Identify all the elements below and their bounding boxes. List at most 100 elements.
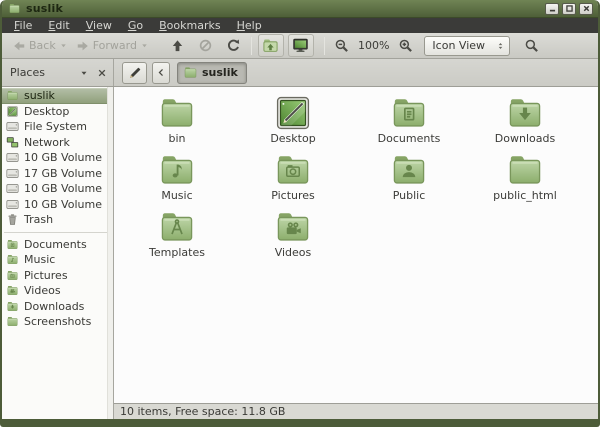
sidebar-item-label: 17 GB Volume (24, 167, 102, 180)
file-label: Pictures (271, 190, 315, 202)
sidebar-item[interactable]: Music (2, 252, 113, 268)
sidebar-item[interactable]: 10 GB Volume (2, 150, 113, 166)
sidebar-item-label: Documents (24, 238, 87, 251)
zoom-in-icon (398, 38, 413, 53)
menu-item[interactable]: Go (120, 18, 151, 33)
sidebar-item-label: Videos (24, 284, 61, 297)
back-dropdown-caret-icon[interactable] (59, 41, 68, 50)
menu-item[interactable]: File (6, 18, 40, 33)
file-icon-item[interactable]: Pictures (235, 150, 351, 207)
minimize-button[interactable] (545, 3, 559, 15)
menu-item[interactable]: Help (229, 18, 270, 33)
breadcrumb-current-folder[interactable]: suslik (177, 62, 247, 84)
breadcrumb-folder-icon (183, 65, 198, 80)
sidebar-places-list: suslik Desktop File System Netwo (2, 88, 113, 228)
breadcrumb-label: suslik (202, 66, 238, 79)
sidebar-item-icon (6, 315, 19, 328)
window-body: suslik Desktop File System Netwo (2, 87, 598, 419)
reload-button[interactable] (223, 35, 245, 57)
file-icon-item[interactable]: Public (351, 150, 467, 207)
main-column: bin Desktop Documents Downloads (114, 87, 598, 419)
titlebar[interactable]: suslik (2, 0, 598, 18)
forward-label: Forward (93, 39, 137, 52)
home-button[interactable] (258, 34, 284, 57)
file-icon (157, 207, 197, 247)
sidebar-item[interactable]: Desktop (2, 104, 113, 120)
file-icon-item[interactable]: Downloads (467, 93, 583, 150)
window-controls (545, 3, 593, 15)
sidebar-item[interactable]: Screenshots (2, 314, 113, 330)
file-icon-item[interactable]: Videos (235, 207, 351, 264)
up-button[interactable] (167, 35, 189, 57)
zoom-in-button[interactable] (394, 35, 416, 57)
file-icon-item[interactable]: Music (119, 150, 235, 207)
menu-item[interactable]: View (78, 18, 120, 33)
sidebar-item-label: 10 GB Volume (24, 151, 102, 164)
back-arrow-icon (12, 39, 26, 53)
statusbar-text: 10 items, Free space: 11.8 GB (120, 405, 285, 418)
path-scroll-left-button[interactable] (152, 62, 170, 84)
search-button[interactable] (520, 35, 542, 57)
file-icon-view[interactable]: bin Desktop Documents Downloads (114, 87, 598, 403)
sidebar-item[interactable]: suslik (2, 88, 113, 104)
file-icon-item[interactable]: bin (119, 93, 235, 150)
menubar: File Edit View Go Bookmarks Help (2, 18, 598, 33)
window-title: suslik (26, 2, 63, 15)
computer-button[interactable] (288, 34, 314, 57)
sidebar-item[interactable]: 10 GB Volume (2, 181, 113, 197)
sidebar-item[interactable]: 17 GB Volume (2, 166, 113, 182)
sidebar-bookmarks-list: Documents Music Pictures Videos (2, 237, 113, 330)
file-icon-item[interactable]: Desktop (235, 93, 351, 150)
sidebar-item-label: Network (24, 136, 70, 149)
toolbar-separator (324, 37, 325, 55)
file-icon-item[interactable]: public_html (467, 150, 583, 207)
forward-button[interactable]: Forward (72, 39, 153, 53)
computer-icon (292, 37, 309, 54)
file-label: public_html (493, 190, 557, 202)
toolbar-separator (251, 37, 252, 55)
menu-item[interactable]: Bookmarks (151, 18, 228, 33)
maximize-button[interactable] (562, 3, 576, 15)
places-chevron-down-icon[interactable] (79, 68, 89, 78)
sidebar-item[interactable]: File System (2, 119, 113, 135)
sidebar-item-label: Desktop (24, 105, 69, 118)
menu-item[interactable]: Edit (40, 18, 77, 33)
zoom-out-icon (334, 38, 349, 53)
sidebar-item-icon (6, 182, 19, 195)
stop-button[interactable] (195, 35, 217, 57)
sidebar-item-icon (6, 89, 19, 102)
forward-dropdown-caret-icon[interactable] (140, 41, 149, 50)
sidebar-item-label: 10 GB Volume (24, 182, 102, 195)
sidebar-item-icon (6, 213, 19, 226)
close-button[interactable] (579, 3, 593, 15)
sidebar-item[interactable]: 10 GB Volume (2, 197, 113, 213)
file-icon-item[interactable]: Documents (351, 93, 467, 150)
file-icon (273, 150, 313, 190)
sidebar-item[interactable]: Pictures (2, 268, 113, 284)
places-close-icon[interactable] (97, 68, 107, 78)
minimize-icon (548, 4, 557, 13)
sidebar-item-icon (6, 167, 19, 180)
back-button[interactable]: Back (8, 39, 72, 53)
sidebar-item[interactable]: Documents (2, 237, 113, 253)
zoom-level: 100% (358, 39, 389, 52)
zoom-out-button[interactable] (331, 35, 353, 57)
sidebar-item[interactable]: Downloads (2, 299, 113, 315)
edit-location-button[interactable] (122, 62, 147, 84)
up-arrow-icon (170, 38, 185, 53)
back-label: Back (29, 39, 56, 52)
sidebar-item[interactable]: Network (2, 135, 113, 151)
sidebar-item[interactable]: Videos (2, 283, 113, 299)
view-mode-select[interactable]: Icon View (424, 36, 510, 56)
file-label: Public (393, 190, 426, 202)
file-manager-window: suslik File Edit View Go Bookmarks Help … (0, 0, 600, 427)
stop-icon (198, 38, 213, 53)
file-label: Templates (149, 247, 205, 259)
file-icon (505, 93, 545, 133)
sidebar-scrollbar[interactable] (107, 87, 113, 419)
sidebar-item[interactable]: Trash (2, 212, 113, 228)
sidebar-item-icon (6, 198, 19, 211)
file-icon-item[interactable]: Templates (119, 207, 235, 264)
file-icon (505, 150, 545, 190)
file-icon (389, 150, 429, 190)
